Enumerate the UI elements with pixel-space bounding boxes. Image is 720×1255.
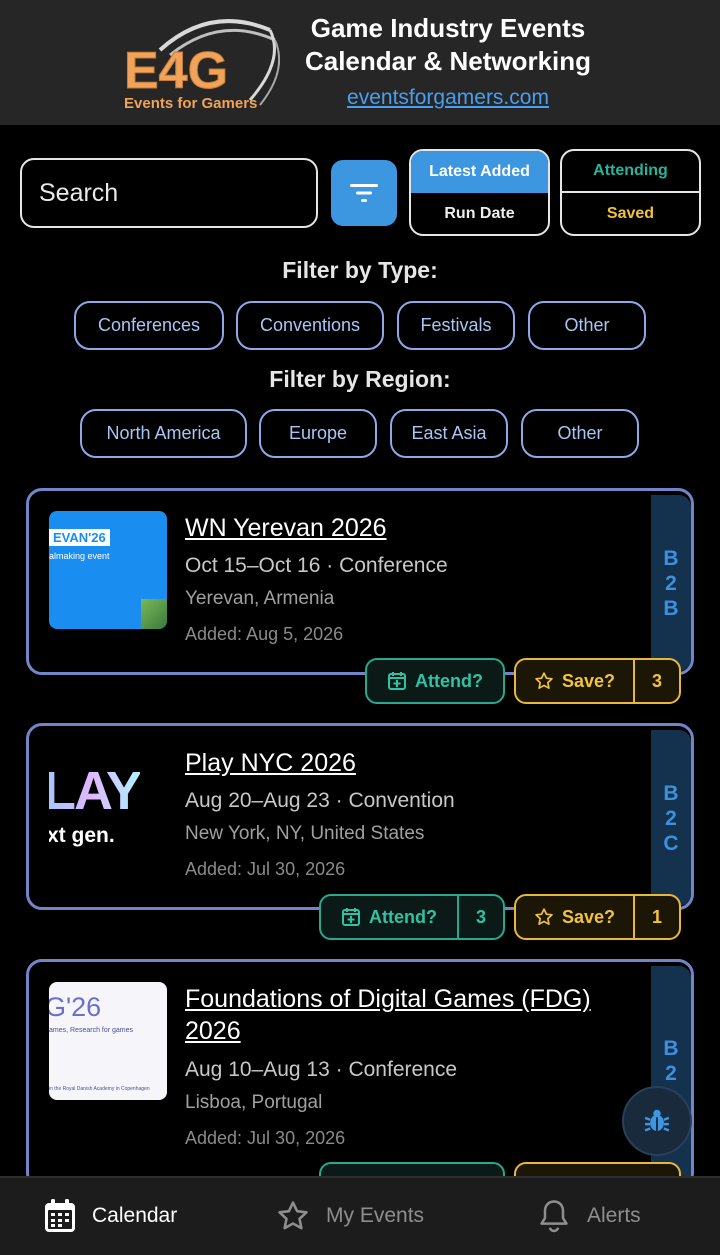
header-text: Game Industry Events Calendar & Networki…: [296, 12, 600, 110]
thumb-subtext: ames, Research for games: [49, 1027, 134, 1034]
thumb-text: EVAN'26: [49, 529, 110, 546]
attend-label: Attend?: [369, 906, 437, 927]
event-thumbnail: G'26 ames, Research for games in the Roy…: [49, 982, 167, 1100]
bell-icon: [540, 1200, 568, 1233]
view-attending[interactable]: Attending: [562, 151, 699, 193]
site-link[interactable]: eventsforgamers.com: [347, 86, 549, 110]
search-input[interactable]: [22, 160, 316, 226]
thumb-subtext: almaking event: [49, 551, 110, 561]
thumb-footnote: in the Royal Danish Academy in Copenhage…: [49, 1086, 150, 1092]
logo-wordmark: E4G: [124, 42, 228, 100]
event-date: Aug 10–Aug 13 · Conference: [185, 1058, 458, 1081]
sort-latest-added[interactable]: Latest Added: [411, 151, 548, 193]
header-title-line2: Calendar & Networking: [304, 46, 592, 76]
e4g-logo[interactable]: E4G Events for Gamers: [120, 10, 280, 115]
tag-char: B: [663, 781, 679, 805]
event-card[interactable]: LAY xt gen. Play NYC 2026 Aug 20–Aug 23 …: [26, 723, 694, 910]
tag-char: B: [663, 546, 679, 570]
nav-alerts-label: Alerts: [587, 1204, 641, 1227]
nav-calendar[interactable]: Calendar: [44, 1196, 177, 1236]
audience-tag: B 2 B: [651, 495, 691, 671]
star-icon: [535, 908, 553, 925]
view-toggle: Attending Saved: [560, 149, 701, 236]
audience-tag: B 2 C: [651, 730, 691, 906]
chip-europe[interactable]: Europe: [259, 409, 377, 458]
view-saved[interactable]: Saved: [562, 193, 699, 234]
bug-report-button[interactable]: [622, 1086, 692, 1156]
thumb-decor: [141, 599, 167, 629]
event-date: Oct 15–Oct 16 · Conference: [185, 554, 448, 577]
header-title-line1: Game Industry Events: [310, 13, 586, 43]
filter-toggle-button[interactable]: [331, 160, 397, 226]
event-location: New York, NY, United States: [185, 823, 425, 844]
save-label: Save?: [561, 670, 616, 691]
tag-char: 2: [665, 1062, 677, 1085]
sort-toggle: Latest Added Run Date: [409, 149, 550, 236]
chip-region-other[interactable]: Other: [521, 409, 639, 458]
event-title[interactable]: Play NYC 2026: [185, 747, 356, 779]
sort-run-date[interactable]: Run Date: [411, 193, 548, 234]
event-added: Added: Aug 5, 2026: [185, 624, 344, 644]
chip-conventions[interactable]: Conventions: [236, 301, 384, 350]
nav-alerts[interactable]: Alerts: [537, 1196, 641, 1236]
chip-type-other[interactable]: Other: [528, 301, 646, 350]
calendar-icon: [45, 1199, 75, 1232]
tag-char: B: [663, 596, 679, 620]
chip-north-america[interactable]: North America: [80, 409, 247, 458]
attend-count: 3: [457, 896, 503, 938]
tag-char: B: [663, 1037, 679, 1060]
event-title[interactable]: WN Yerevan 2026: [185, 512, 387, 544]
event-added: Added: Jul 30, 2026: [185, 859, 346, 879]
star-icon: [278, 1201, 308, 1230]
bug-icon: [644, 1109, 670, 1132]
tag-char: C: [663, 831, 679, 855]
tag-char: 2: [665, 571, 677, 595]
event-card[interactable]: EVAN'26 almaking event WN Yerevan 2026 O…: [26, 488, 694, 675]
filter-type-heading: Filter by Type:: [282, 257, 438, 283]
filter-icon: [350, 184, 378, 202]
save-button[interactable]: Save? 1: [514, 894, 681, 940]
event-thumbnail: EVAN'26 almaking event: [49, 511, 167, 629]
event-date: Aug 20–Aug 23 · Convention: [185, 789, 455, 812]
logo-tagline: Events for Gamers: [124, 95, 257, 112]
save-button[interactable]: Save? 3: [514, 658, 681, 704]
search-box: [20, 158, 318, 228]
event-title-line2: 2026: [185, 1017, 241, 1045]
save-count: 1: [633, 896, 679, 938]
attend-button[interactable]: Attend? 3: [319, 894, 505, 940]
event-thumbnail: LAY xt gen.: [49, 746, 167, 864]
nav-my-events-label: My Events: [326, 1204, 425, 1227]
chip-festivals[interactable]: Festivals: [397, 301, 515, 350]
thumb-subtext: xt gen.: [49, 824, 115, 847]
event-title[interactable]: Foundations of Digital Games (FDG) 2026: [185, 983, 591, 1047]
thumb-text: G'26: [49, 992, 102, 1022]
save-label: Save?: [561, 906, 616, 927]
app-header: E4G Events for Gamers Game Industry Even…: [0, 0, 720, 125]
bottom-nav: Calendar My Events Alerts: [0, 1176, 720, 1255]
event-location: Yerevan, Armenia: [185, 588, 335, 609]
chip-east-asia[interactable]: East Asia: [390, 409, 508, 458]
attend-button[interactable]: Attend?: [365, 658, 505, 704]
event-location: Lisboa, Portugal: [185, 1092, 323, 1113]
calendar-plus-icon: [388, 672, 406, 690]
tag-char: 2: [665, 806, 677, 830]
attend-label: Attend?: [415, 670, 483, 691]
event-added: Added: Jul 30, 2026: [185, 1128, 346, 1148]
calendar-plus-icon: [342, 908, 360, 926]
save-count: 3: [633, 660, 679, 702]
event-title-line1: Foundations of Digital Games (FDG): [185, 985, 591, 1013]
event-card[interactable]: G'26 ames, Research for games in the Roy…: [26, 959, 694, 1189]
nav-my-events[interactable]: My Events: [276, 1196, 424, 1236]
chip-conferences[interactable]: Conferences: [74, 301, 224, 350]
nav-calendar-label: Calendar: [92, 1204, 178, 1227]
thumb-text: LAY: [49, 760, 142, 822]
star-icon: [535, 672, 553, 689]
filter-region-heading: Filter by Region:: [269, 366, 451, 392]
